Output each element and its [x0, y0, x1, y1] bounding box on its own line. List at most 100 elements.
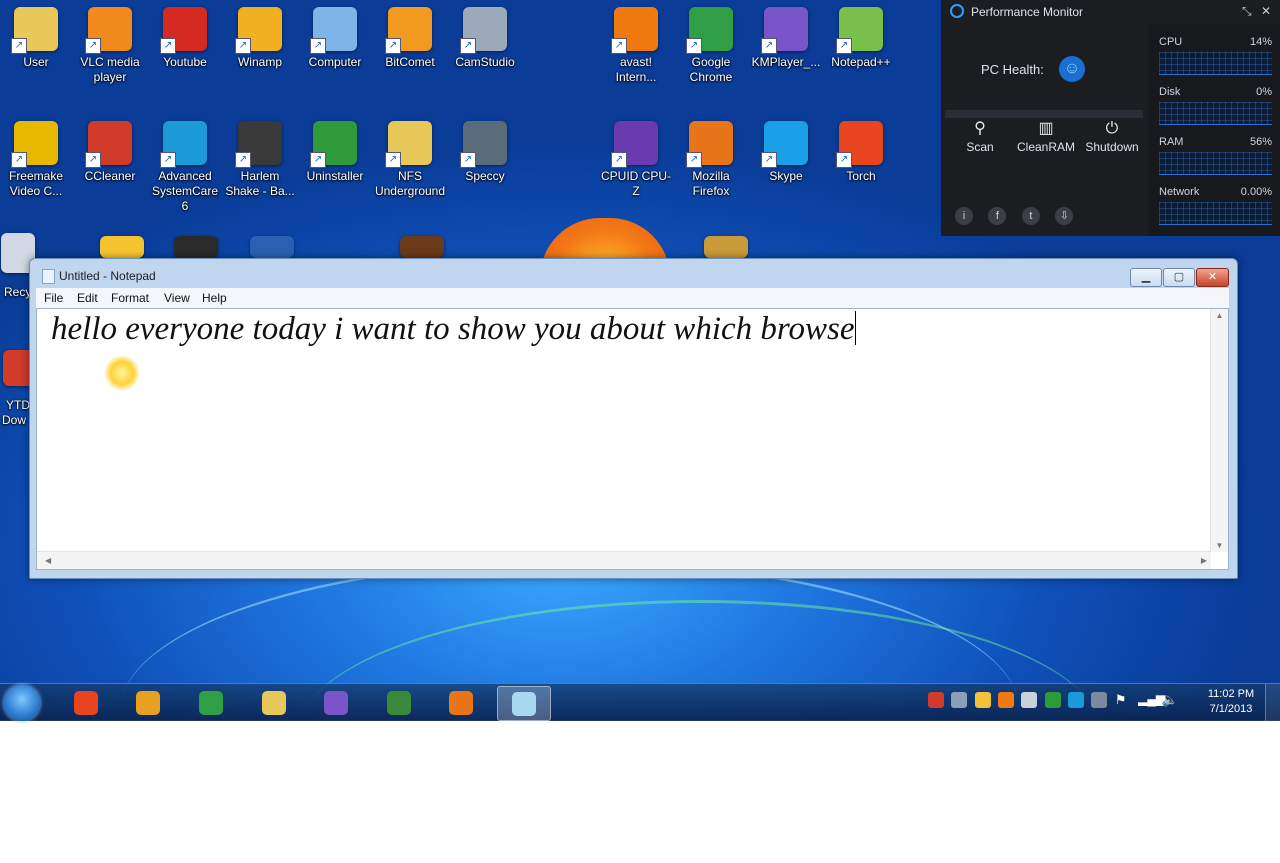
desktop-icon[interactable]: ↗ Google Chrome [675, 7, 747, 85]
divider [945, 110, 1143, 118]
cpu-value: 14% [1249, 36, 1272, 48]
taskbar-button[interactable] [435, 686, 487, 719]
performance-monitor-tools: ⚲ Scan ▥ CleanRAM ⏻ Shutdown [945, 118, 1145, 188]
desktop-icon[interactable]: ↗ Skype [750, 121, 822, 184]
desktop-icon-label: Skype [769, 169, 803, 183]
avast-tray-icon[interactable] [998, 692, 1015, 708]
show-desktop-button[interactable] [1265, 684, 1280, 721]
shortcut-arrow-icon: ↗ [85, 152, 101, 168]
cleanram-button[interactable]: ▥ CleanRAM [1013, 118, 1079, 154]
word-document-icon[interactable] [250, 236, 294, 258]
info-icon[interactable]: i [955, 207, 973, 225]
taskbar-button[interactable] [60, 686, 112, 719]
speccy-icon: ↗ [460, 121, 507, 168]
text-editor[interactable]: hello everyone today i want to show you … [36, 308, 1229, 570]
desktop-icon[interactable]: ↗ Winamp [224, 7, 296, 70]
pc-health-label: PC Health: [981, 62, 1044, 77]
desktop-icon[interactable]: ↗ Mozilla Firefox [675, 121, 747, 199]
desktop-icon[interactable]: ↗ VLC media player [74, 7, 146, 85]
horizontal-scrollbar[interactable]: ◀ ▶ [37, 551, 1211, 569]
desktop-icon[interactable]: ↗ Computer [299, 7, 371, 70]
desktop-icon[interactable]: ↗ CamStudio [449, 7, 521, 70]
start-button[interactable] [4, 685, 40, 721]
winamp-icon: ↗ [235, 7, 282, 54]
taskbar-button[interactable] [122, 686, 174, 719]
shortcut-arrow-icon: ↗ [385, 38, 401, 54]
network-icon[interactable]: ▂▄▆ [1138, 692, 1165, 708]
scroll-left-arrow-icon[interactable]: ◀ [45, 556, 51, 565]
desktop-icon[interactable]: ↗ Harlem Shake - Ba... [224, 121, 296, 199]
taskbar-button[interactable] [185, 686, 237, 719]
menu-format[interactable]: Format [111, 291, 149, 305]
shortcut-arrow-icon: ↗ [460, 38, 476, 54]
shortcut-arrow-icon: ↗ [686, 38, 702, 54]
scan-button[interactable]: ⚲ Scan [947, 118, 1013, 154]
pin-icon[interactable]: ⤡ [1242, 4, 1252, 19]
archive-icon[interactable] [704, 236, 748, 258]
menu-help[interactable]: Help [202, 291, 227, 305]
facebook-icon[interactable]: f [988, 207, 1007, 225]
desktop-icon[interactable]: ↗ avast! Intern... [600, 7, 672, 85]
tray-app-icon[interactable] [928, 692, 944, 708]
desktop-icon-label: BitComet [385, 55, 435, 69]
scan-label: Scan [966, 140, 994, 154]
flag-icon[interactable]: ⚑ [1115, 692, 1131, 708]
printer-icon[interactable] [1021, 692, 1038, 708]
desktop-icon[interactable]: ↗ Speccy [449, 121, 521, 184]
disk-value: 0% [1256, 86, 1272, 98]
close-button[interactable]: ✕ [1196, 268, 1229, 287]
systemcare-tray-icon[interactable] [1068, 692, 1085, 708]
download-icon[interactable]: ⇩ [1055, 207, 1074, 225]
shutdown-button[interactable]: ⏻ Shutdown [1079, 118, 1145, 154]
minimize-button[interactable]: ▁ [1130, 268, 1162, 287]
notepad-icon [42, 269, 55, 284]
desktop-icon[interactable]: ↗ NFS Underground [374, 121, 446, 199]
tray-app-icon[interactable] [974, 692, 991, 708]
taskbar-button[interactable] [373, 686, 425, 719]
scroll-down-arrow-icon[interactable]: ▼ [1211, 541, 1228, 550]
taskbar-button[interactable] [248, 686, 300, 719]
menu-edit[interactable]: Edit [77, 291, 98, 305]
dvd-icon[interactable] [100, 236, 144, 258]
media-player-icon [136, 691, 160, 715]
tray-app-icon[interactable] [1091, 692, 1108, 708]
desktop-icon-label: Torch [846, 169, 876, 183]
desktop-icon[interactable]: ↗ Freemake Video C... [0, 121, 72, 199]
desktop-icon[interactable]: ↗ Uninstaller [299, 121, 371, 184]
menu-bar: File Edit Format View Help [36, 288, 1229, 308]
taskbar-button[interactable] [310, 686, 362, 719]
menu-view[interactable]: View [164, 291, 190, 305]
twitter-icon[interactable]: t [1021, 207, 1040, 225]
desktop-icon[interactable]: ↗ KMPlayer_... [750, 7, 822, 70]
desktop-icon[interactable]: ↗ Youtube [149, 7, 221, 70]
desktop-icon-label: CPUID CPU-Z [600, 169, 671, 198]
ram-icon: ▥ [1038, 120, 1054, 137]
vlc-icon: ↗ [85, 7, 132, 54]
desktop-icon-label: Recy [4, 285, 32, 299]
volume-icon[interactable]: 🔈 [1161, 692, 1177, 708]
tray-app-icon[interactable] [951, 692, 968, 708]
desktop-icon[interactable]: ↗ CPUID CPU-Z [600, 121, 672, 199]
maximize-button[interactable]: ▢ [1163, 268, 1195, 287]
close-icon[interactable]: ✕ [1261, 4, 1271, 18]
system-clock[interactable]: 11:02 PM 7/1/2013 [1200, 687, 1262, 717]
scroll-right-arrow-icon[interactable]: ▶ [1201, 556, 1207, 565]
menu-file[interactable]: File [44, 291, 63, 305]
taskbar-button[interactable] [497, 686, 551, 721]
movie-clapper-icon[interactable] [400, 236, 444, 258]
desktop-icon[interactable]: ↗ User [0, 7, 72, 70]
tray-app-icon[interactable] [1044, 692, 1061, 708]
desktop-icon[interactable]: ↗ Notepad++ [825, 7, 897, 70]
desktop-icon-label: NFS Underground [374, 169, 446, 198]
desktop-icon[interactable]: ↗ Torch [825, 121, 897, 184]
systemcare-icon: ↗ [160, 121, 207, 168]
desktop-icon[interactable]: ↗ BitComet [374, 7, 446, 70]
crow-icon[interactable] [174, 236, 218, 258]
shortcut-arrow-icon: ↗ [235, 152, 251, 168]
scroll-up-arrow-icon[interactable]: ▲ [1211, 311, 1228, 320]
desktop-icon[interactable]: ↗ CCleaner [74, 121, 146, 184]
desktop-icon[interactable]: ↗ Advanced SystemCare 6 [149, 121, 221, 214]
performance-monitor-title: Performance Monitor [971, 5, 1084, 19]
vertical-scrollbar[interactable]: ▲ ▼ [1210, 309, 1228, 552]
computer-icon: ↗ [310, 7, 357, 54]
